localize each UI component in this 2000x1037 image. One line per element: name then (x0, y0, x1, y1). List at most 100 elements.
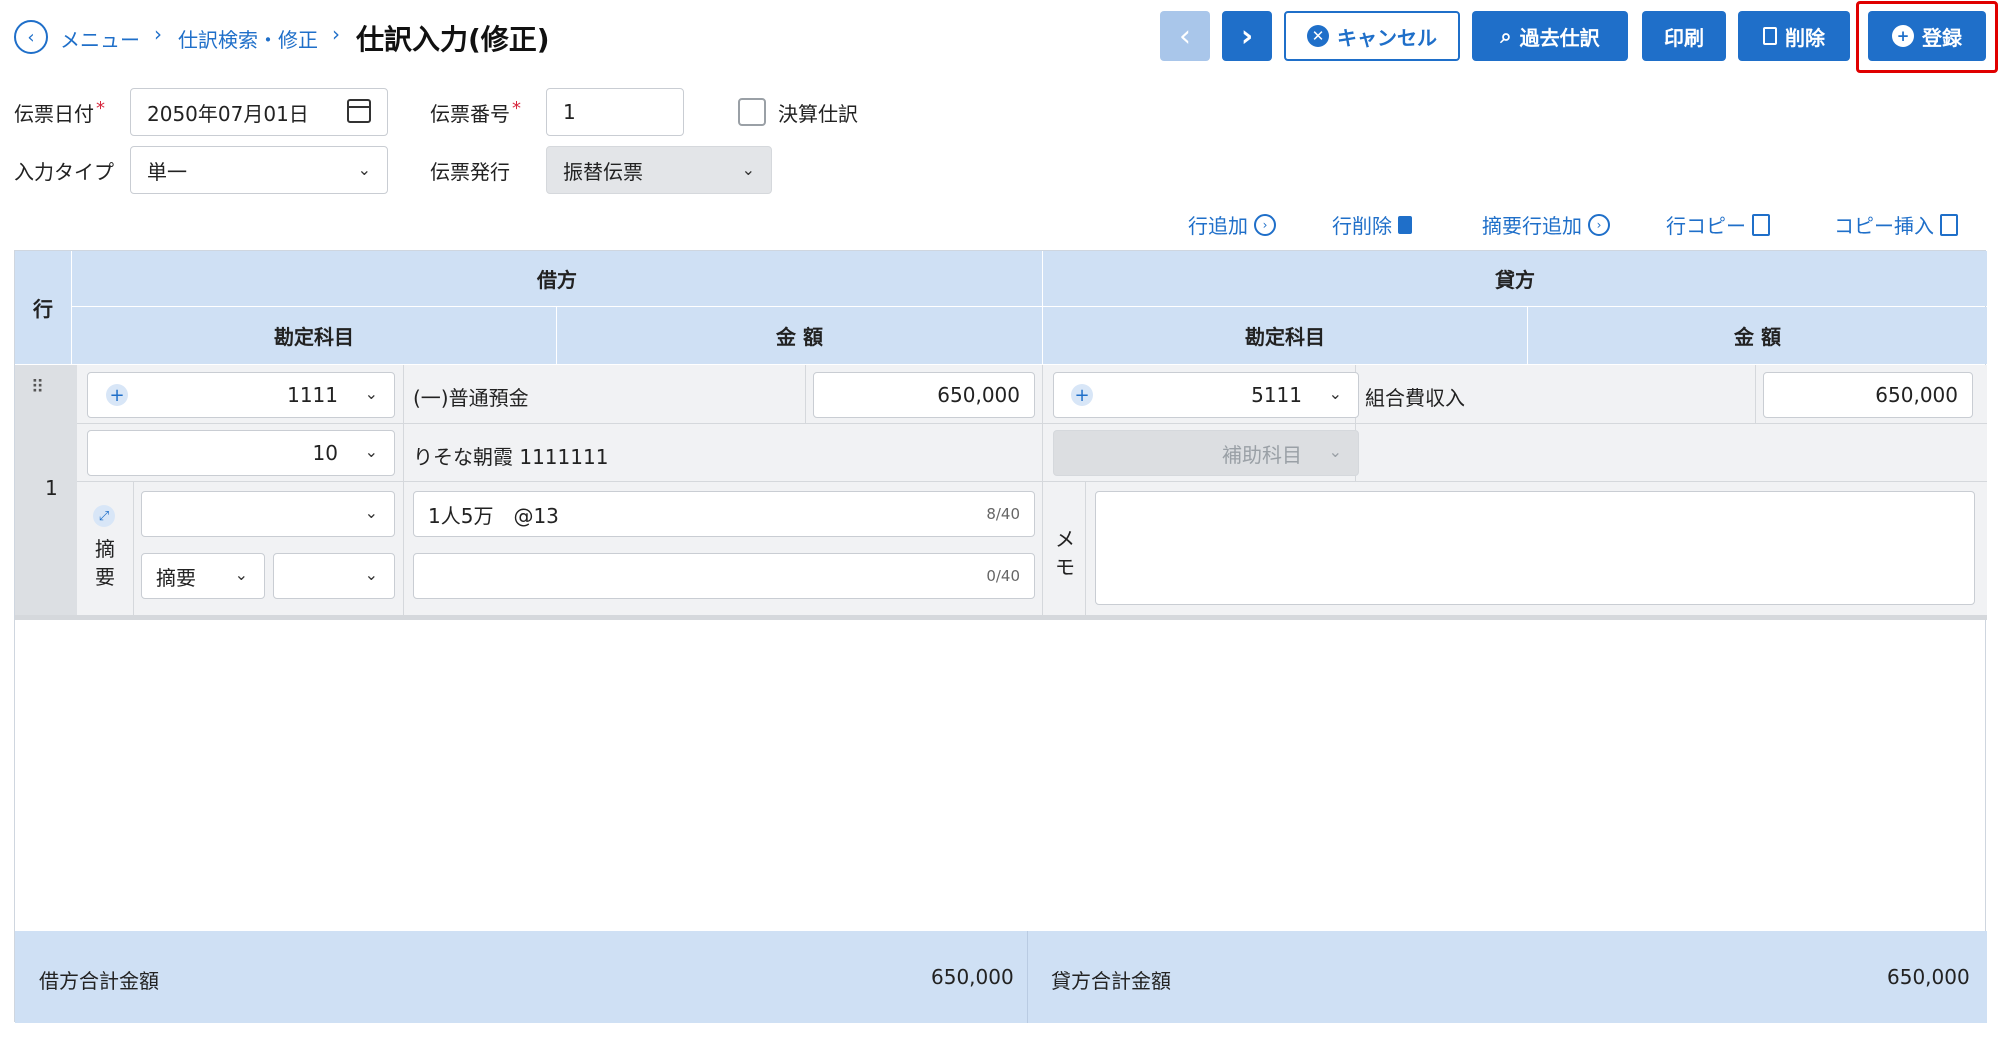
debit-amount-header: 金 額 (557, 307, 1042, 364)
plus-icon[interactable]: + (1071, 384, 1093, 406)
credit-account-select[interactable]: 5111 ⌄ (1053, 372, 1359, 418)
date-value: 2050年07月01日 (147, 101, 309, 126)
memo-label-2: モ (1055, 555, 1075, 579)
breadcrumb-separator: › (332, 22, 340, 46)
cancel-button[interactable]: ✕ キャンセル (1284, 11, 1460, 61)
add-row-label: 行追加 (1188, 214, 1248, 238)
memo-label-1: メ (1055, 527, 1075, 551)
debit-account-code: 1111 (287, 383, 338, 407)
prev-button[interactable]: ‹ (1160, 11, 1210, 61)
chevron-down-icon: ⌄ (1328, 442, 1342, 461)
summary-type-value: 摘要 (156, 565, 196, 590)
column-divider (1085, 481, 1086, 615)
date-field[interactable]: 2050年07月01日 (130, 88, 388, 136)
chevron-circle-icon: › (1588, 213, 1610, 236)
chevron-down-icon: ⌄ (364, 565, 378, 584)
date-label-text: 伝票日付 (14, 102, 94, 126)
debit-amount-value: 650,000 (937, 383, 1020, 407)
credit-account-code: 5111 (1251, 383, 1302, 407)
row-header: 行 (15, 251, 71, 364)
summary-type-select[interactable]: 摘要 ⌄ (141, 553, 265, 599)
debit-total-value: 650,000 (931, 965, 1014, 989)
char-counter: 0/40 (986, 567, 1020, 585)
chevron-down-icon: ⌄ (357, 160, 371, 179)
credit-account-name: 組合費収入 (1365, 386, 1465, 410)
chevron-down-icon: ⌄ (364, 384, 378, 403)
input-type-value: 単一 (147, 159, 187, 184)
column-divider (1755, 365, 1756, 423)
debit-sub-account-code: 10 (312, 441, 338, 465)
row-separator (77, 481, 1987, 482)
add-summary-row-link[interactable]: 摘要行追加 › (1482, 210, 1610, 239)
summary-label-2: 要 (95, 565, 115, 589)
next-button[interactable]: › (1222, 11, 1272, 61)
row-number: 1 (45, 476, 58, 500)
chevron-down-icon: ⌄ (364, 442, 378, 461)
copy-icon (1752, 213, 1770, 236)
issue-select[interactable]: 振替伝票 ⌄ (546, 146, 772, 194)
print-button[interactable]: 印刷 (1642, 11, 1726, 61)
header: ‹ メニュー › 仕訳検索・修正 › 仕訳入力(修正) ‹ › ✕ キャンセル … (0, 0, 2000, 73)
column-divider (1042, 365, 1043, 615)
clipboard-icon (1940, 213, 1958, 236)
breadcrumb-separator: › (154, 22, 162, 46)
plus-icon[interactable]: + (106, 384, 128, 406)
add-row-link[interactable]: 行追加 › (1188, 210, 1276, 239)
close-icon: ✕ (1307, 25, 1329, 47)
past-journal-label: 過去仕訳 (1519, 25, 1600, 50)
copy-insert-link[interactable]: コピー挿入 (1834, 210, 1958, 239)
expand-icon[interactable]: ⤢ (93, 505, 115, 527)
memo-textarea[interactable] (1095, 491, 1975, 605)
past-journal-button[interactable]: ⌕ 過去仕訳 (1472, 11, 1628, 61)
number-field[interactable]: 1 (546, 88, 684, 136)
footer-divider (1027, 931, 1028, 1023)
credit-amount-header: 金 額 (1528, 307, 1987, 364)
debit-sub-account-select[interactable]: 10 ⌄ (87, 430, 395, 476)
breadcrumb-search[interactable]: 仕訳検索・修正 (178, 24, 318, 53)
debit-sub-account-name: りそな朝霞 1111111 (413, 445, 609, 469)
chevron-circle-icon: › (1254, 213, 1276, 236)
credit-header: 貸方 (1043, 251, 1987, 306)
input-type-label: 入力タイプ (14, 160, 114, 184)
credit-total-value: 650,000 (1887, 965, 1970, 989)
back-icon[interactable]: ‹ (14, 20, 48, 54)
settlement-checkbox[interactable] (738, 98, 766, 126)
add-summary-row-label: 摘要行追加 (1482, 214, 1582, 238)
input-type-select[interactable]: 単一 ⌄ (130, 146, 388, 194)
char-counter: 8/40 (986, 505, 1020, 523)
column-divider (805, 365, 806, 423)
breadcrumb-menu[interactable]: メニュー (60, 24, 140, 53)
print-label: 印刷 (1664, 25, 1704, 50)
debit-total-label: 借方合計金額 (39, 969, 159, 993)
drag-handle-icon[interactable]: ⠿ (31, 377, 44, 398)
chevron-left-icon: ‹ (1179, 18, 1191, 54)
row-separator (77, 423, 1987, 424)
summary-text-input-1[interactable]: 1人5万 @13 8/40 (413, 491, 1035, 537)
required-mark: * (96, 98, 105, 119)
row-bottom-border (15, 615, 1987, 620)
credit-amount-input[interactable]: 650,000 (1763, 372, 1973, 418)
debit-header: 借方 (72, 251, 1042, 306)
delete-row-label: 行削除 (1332, 214, 1392, 238)
number-value: 1 (563, 100, 576, 124)
chevron-down-icon: ⌄ (1328, 384, 1342, 403)
required-mark: * (512, 98, 521, 119)
settlement-label: 決算仕訳 (778, 102, 858, 126)
copy-row-link[interactable]: 行コピー (1666, 210, 1770, 239)
date-label: 伝票日付 * (14, 98, 105, 127)
summary-text-input-2[interactable]: 0/40 (413, 553, 1035, 599)
summary-sub-select[interactable]: ⌄ (273, 553, 395, 599)
chevron-down-icon: ⌄ (234, 565, 248, 584)
debit-amount-input[interactable]: 650,000 (813, 372, 1035, 418)
trash-icon (1398, 215, 1412, 234)
delete-button[interactable]: 削除 (1738, 11, 1850, 61)
credit-sub-account-placeholder: 補助科目 (1222, 442, 1302, 467)
number-label: 伝票番号 * (430, 98, 521, 127)
delete-row-link[interactable]: 行削除 (1332, 210, 1412, 239)
summary-label-1: 摘 (95, 537, 115, 561)
debit-account-select[interactable]: 1111 ⌄ (87, 372, 395, 418)
calendar-icon[interactable] (347, 99, 371, 123)
copy-row-label: 行コピー (1666, 214, 1746, 238)
summary-code-select[interactable]: ⌄ (141, 491, 395, 537)
chevron-right-icon: › (1240, 18, 1254, 54)
